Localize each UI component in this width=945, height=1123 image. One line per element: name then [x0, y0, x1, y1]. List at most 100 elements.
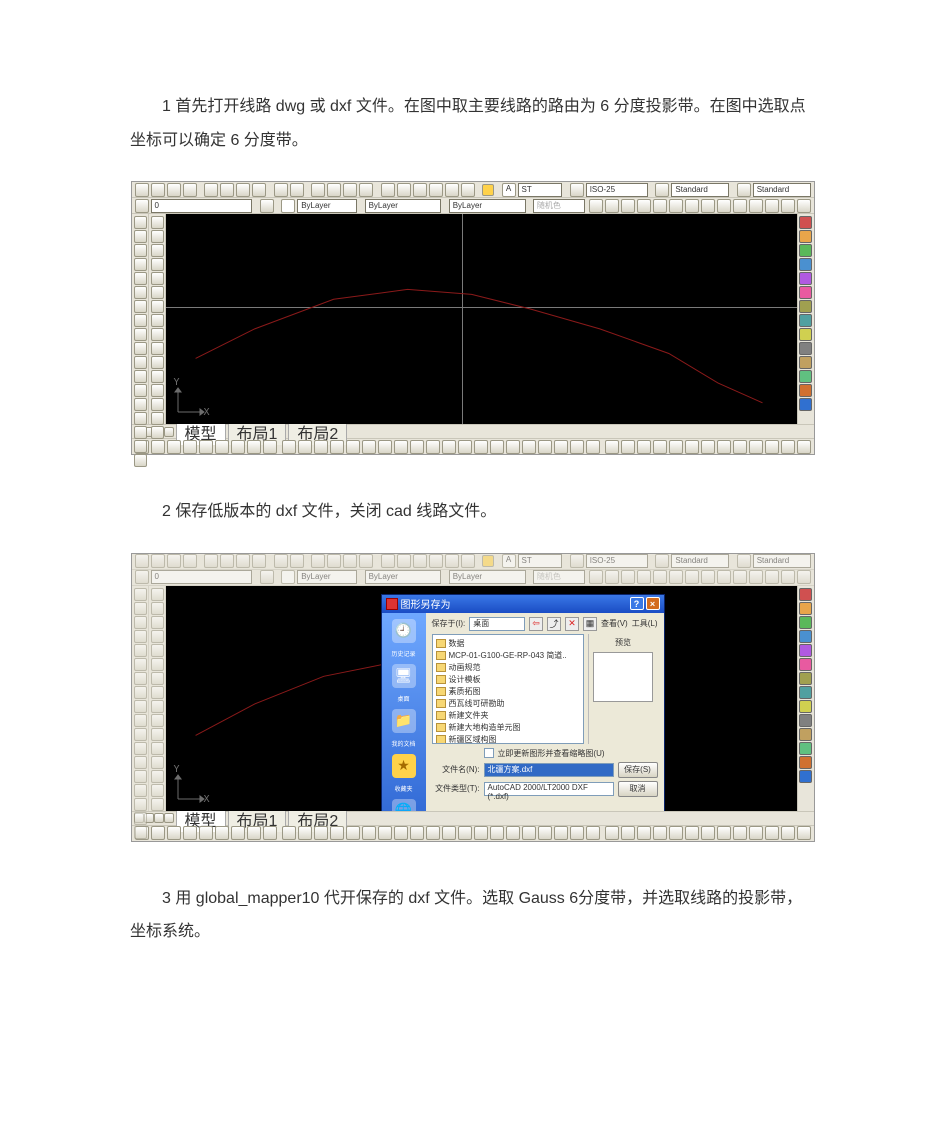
polygon-icon[interactable] — [134, 258, 147, 271]
bt13-icon[interactable] — [474, 440, 488, 454]
layer-manager-icon[interactable] — [135, 199, 149, 213]
tablestyle-combo[interactable]: Standard — [671, 183, 729, 197]
et-icon-11[interactable] — [799, 356, 812, 369]
et-icon-4[interactable] — [799, 258, 812, 271]
bt19-icon[interactable] — [570, 440, 584, 454]
new-icon[interactable] — [135, 183, 149, 197]
file-list-item[interactable]: 西瓦线可研勘助 — [436, 698, 580, 710]
bt25-icon[interactable] — [669, 440, 683, 454]
dim-arc-icon[interactable] — [621, 199, 635, 213]
tab-nav-last-icon[interactable] — [164, 427, 174, 437]
extend-icon[interactable] — [151, 356, 164, 369]
move-icon[interactable] — [151, 286, 164, 299]
bt3-icon[interactable] — [314, 440, 328, 454]
pan-icon[interactable] — [311, 183, 325, 197]
dialog-close-icon[interactable]: × — [646, 597, 660, 610]
stretch-icon[interactable] — [151, 328, 164, 341]
dim-ang-icon[interactable] — [685, 199, 699, 213]
tablestyle-icon[interactable] — [655, 183, 669, 197]
file-list-item[interactable]: 新疆区域构图 — [436, 734, 580, 744]
file-list-item[interactable]: 设计模板 — [436, 674, 580, 686]
dialog-help-icon[interactable]: ? — [630, 597, 644, 610]
ellipse-icon[interactable] — [134, 342, 147, 355]
bt29-icon[interactable] — [733, 440, 747, 454]
color-square-icon[interactable] — [281, 199, 295, 213]
file-list-item[interactable]: 动画规范 — [436, 662, 580, 674]
zoom-icon[interactable] — [327, 183, 341, 197]
dim-update-icon[interactable] — [797, 199, 811, 213]
textstyle-combo[interactable]: ST — [518, 183, 563, 197]
offset-icon[interactable] — [151, 258, 164, 271]
file-list-item[interactable]: 新建文件夹 — [436, 710, 580, 722]
ortho-icon[interactable] — [167, 440, 181, 454]
otrack-icon[interactable] — [215, 440, 229, 454]
dim-base-icon[interactable] — [717, 199, 731, 213]
explode-icon[interactable] — [151, 426, 164, 439]
copy-icon[interactable] — [220, 183, 234, 197]
layerprev-icon[interactable] — [260, 199, 274, 213]
sheet-set-icon[interactable] — [429, 183, 443, 197]
cut-icon[interactable] — [204, 183, 218, 197]
dim-radius-icon[interactable] — [653, 199, 667, 213]
mleader-icon[interactable] — [737, 183, 751, 197]
views-label[interactable]: 查看(V) — [601, 618, 628, 629]
arc-icon[interactable] — [134, 286, 147, 299]
file-list[interactable]: 数据MCP-01-G100-GE-RP-043 简道..动画规范设计模板素质拓图… — [432, 634, 584, 744]
design-center-icon[interactable] — [397, 183, 411, 197]
region-icon[interactable] — [134, 426, 147, 439]
bt10-icon[interactable] — [426, 440, 440, 454]
dyn-icon[interactable] — [231, 440, 245, 454]
array-icon[interactable] — [151, 272, 164, 285]
back-icon[interactable]: ⇦ — [529, 617, 543, 631]
dimstyle-icon[interactable] — [570, 183, 584, 197]
matchprop-icon[interactable] — [252, 183, 266, 197]
filename-input[interactable]: 北疆方案.dxf — [484, 763, 614, 777]
et-icon-13[interactable] — [799, 384, 812, 397]
et-icon-2[interactable] — [799, 230, 812, 243]
dim-edit-icon[interactable] — [781, 199, 795, 213]
file-list-item[interactable]: 数据 — [436, 638, 580, 650]
bt31-icon[interactable] — [765, 440, 779, 454]
save-button[interactable]: 保存(S) — [618, 762, 658, 778]
et-icon-8[interactable] — [799, 314, 812, 327]
bt22-icon[interactable] — [621, 440, 635, 454]
cad-canvas[interactable]: X Y — [166, 214, 797, 424]
layer-combo[interactable]: 0 — [151, 199, 253, 213]
bt27-icon[interactable] — [701, 440, 715, 454]
help-icon[interactable] — [482, 184, 494, 196]
bt20-icon[interactable] — [586, 440, 600, 454]
rect-icon[interactable] — [134, 272, 147, 285]
linetype2-combo[interactable]: ByLayer — [449, 199, 526, 213]
textstyle-icon[interactable]: A — [502, 183, 516, 197]
bt9-icon[interactable] — [410, 440, 424, 454]
bt32-icon[interactable] — [781, 440, 795, 454]
et-icon-5[interactable] — [799, 272, 812, 285]
model-icon[interactable] — [263, 440, 277, 454]
bt17-icon[interactable] — [538, 440, 552, 454]
zoom-window-icon[interactable] — [343, 183, 357, 197]
et-icon-7[interactable] — [799, 300, 812, 313]
save-icon[interactable] — [167, 183, 181, 197]
dim-linear-icon[interactable] — [589, 199, 603, 213]
grid-icon[interactable] — [151, 440, 165, 454]
new-folder-icon[interactable]: ▦ — [583, 617, 597, 631]
redo-icon[interactable] — [290, 183, 304, 197]
bt1-icon[interactable] — [282, 440, 296, 454]
places-ftp-icon[interactable]: 🌐 — [392, 799, 416, 811]
hatch-icon[interactable] — [134, 398, 147, 411]
properties-icon[interactable] — [381, 183, 395, 197]
plotstyle-combo[interactable]: 随机色 — [533, 199, 585, 213]
tolerance-icon[interactable] — [749, 199, 763, 213]
dim-dia-icon[interactable] — [669, 199, 683, 213]
zoom-prev-icon[interactable] — [359, 183, 373, 197]
bt6-icon[interactable] — [362, 440, 376, 454]
save-in-combo[interactable]: 桌面 — [469, 617, 525, 631]
bt21-icon[interactable] — [605, 440, 619, 454]
bt7-icon[interactable] — [378, 440, 392, 454]
bt11-icon[interactable] — [442, 440, 456, 454]
line-icon[interactable] — [134, 216, 147, 229]
file-list-item[interactable]: 素质拓图 — [436, 686, 580, 698]
bt23-icon[interactable] — [637, 440, 651, 454]
undo-icon[interactable] — [274, 183, 288, 197]
open-icon[interactable] — [151, 183, 165, 197]
